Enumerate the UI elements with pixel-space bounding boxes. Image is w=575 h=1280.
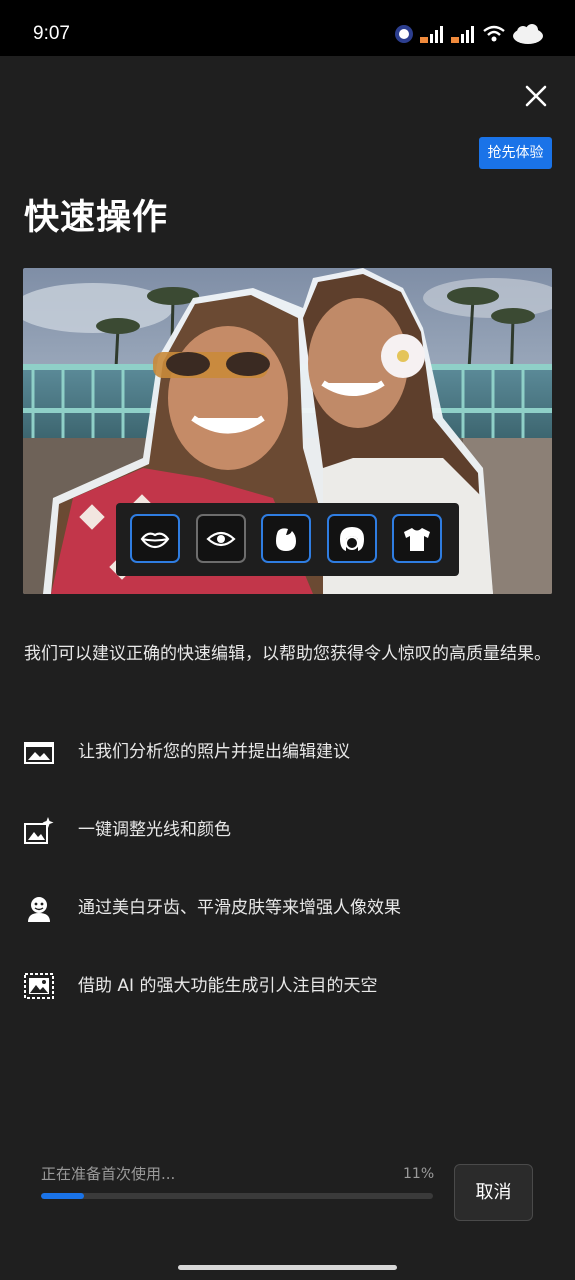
feature-label: 借助 AI 的强大功能生成引人注目的天空	[78, 976, 378, 996]
close-icon	[525, 85, 547, 107]
status-icons	[393, 22, 545, 46]
face-tool-button[interactable]	[261, 514, 311, 563]
battery-cloud-icon	[513, 24, 543, 44]
page-title: 快速操作	[24, 198, 169, 238]
face-icon	[276, 527, 296, 551]
status-bar: 9:07	[0, 0, 575, 56]
photo-sparkle-icon	[24, 817, 54, 844]
system-nav-bar	[0, 1256, 575, 1280]
shirt-tool-button[interactable]	[392, 514, 442, 563]
early-access-button[interactable]: 抢先体验	[479, 137, 552, 169]
lips-tool-button[interactable]	[130, 514, 180, 563]
feature-item: 一键调整光线和颜色	[24, 814, 552, 846]
eye-icon	[206, 531, 236, 546]
face-tools-toolbar	[116, 503, 459, 576]
progress-percent: 11%	[403, 1166, 435, 1182]
progress-label: 正在准备首次使用...	[41, 1165, 176, 1183]
feature-label: 让我们分析您的照片并提出编辑建议	[78, 742, 350, 762]
signal-icon	[451, 26, 474, 43]
home-gesture-handle[interactable]	[178, 1265, 397, 1270]
progress-bar	[41, 1193, 433, 1199]
signal-icon	[420, 26, 443, 43]
sky-select-icon	[24, 973, 54, 999]
portrait-icon	[28, 897, 50, 922]
feature-item: 借助 AI 的强大功能生成引人注目的天空	[24, 970, 552, 1002]
feature-label: 通过美白牙齿、平滑皮肤等来增强人像效果	[78, 898, 401, 918]
feature-item: 通过美白牙齿、平滑皮肤等来增强人像效果	[24, 892, 552, 924]
notification-badge-icon	[395, 25, 413, 43]
photo-analyze-icon	[24, 742, 54, 764]
hair-tool-button[interactable]	[327, 514, 377, 563]
hero-image	[23, 268, 552, 594]
progress-fill	[41, 1193, 85, 1199]
cancel-button[interactable]: 取消	[454, 1164, 533, 1221]
wifi-icon	[483, 25, 505, 42]
feature-label: 一键调整光线和颜色	[78, 820, 231, 840]
status-time: 9:07	[33, 23, 70, 44]
feature-item: 让我们分析您的照片并提出编辑建议	[24, 736, 552, 768]
shirt-icon	[404, 527, 430, 551]
description-text: 我们可以建议正确的快速编辑，以帮助您获得令人惊叹的高质量结果。	[24, 644, 551, 664]
close-button[interactable]	[520, 80, 552, 112]
eye-tool-button[interactable]	[196, 514, 246, 563]
lips-icon	[140, 532, 170, 548]
hair-icon	[340, 526, 364, 551]
